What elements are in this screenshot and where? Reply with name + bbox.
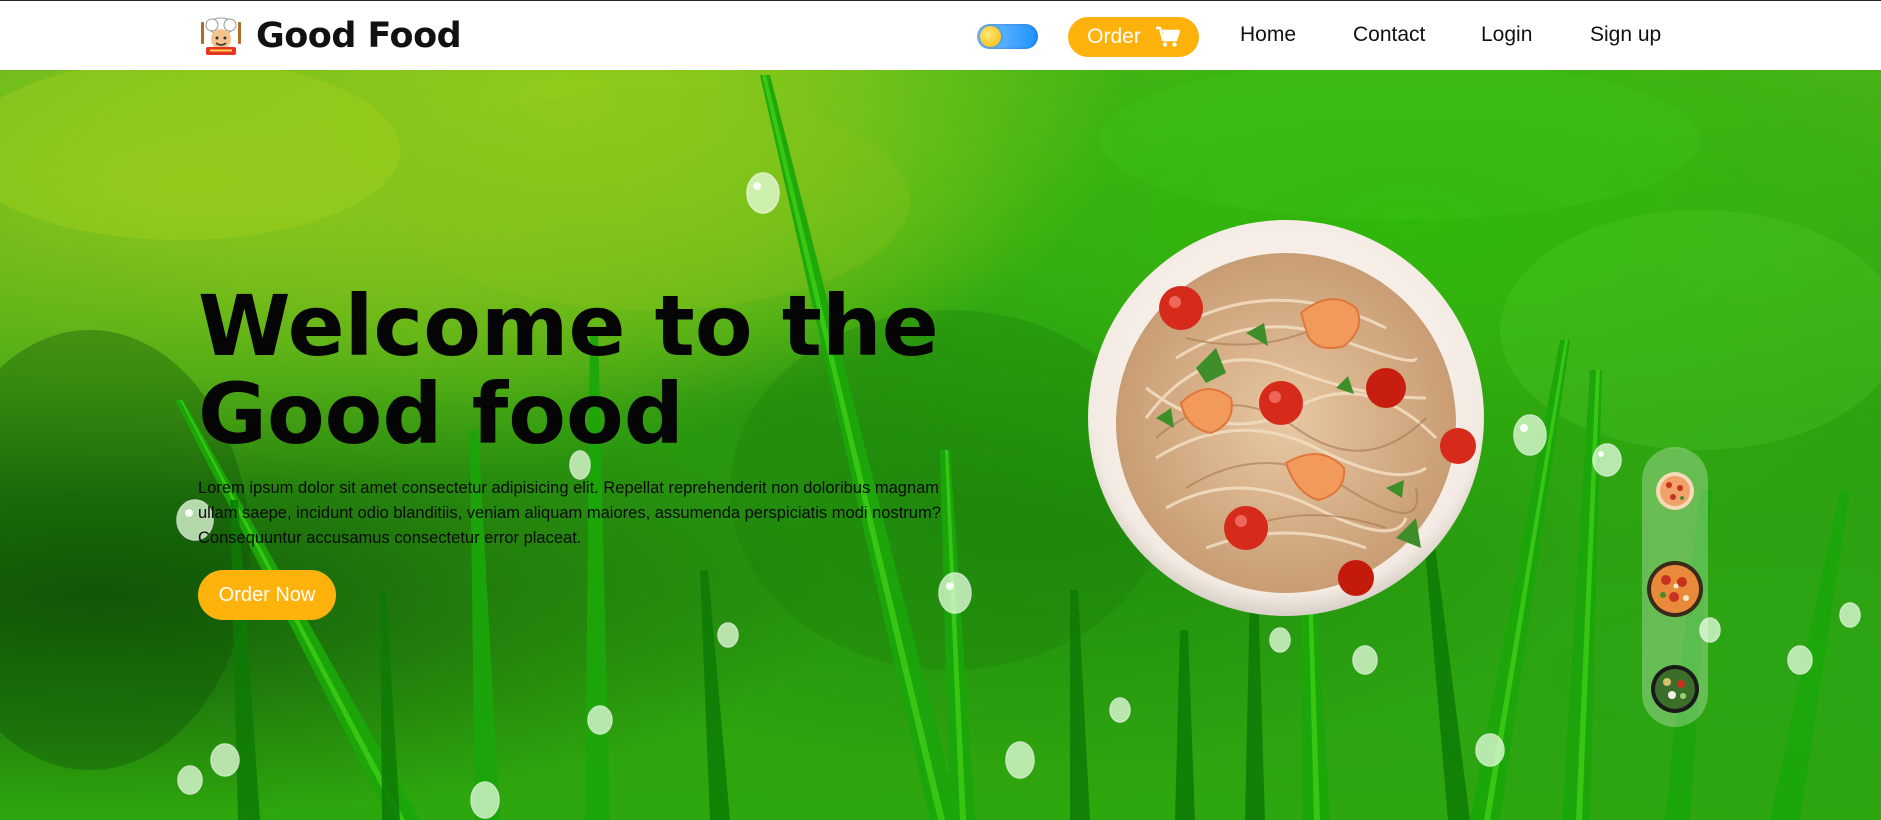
pizza-thumbnail[interactable] [1655,471,1695,511]
nav-contact[interactable]: Contact [1353,23,1425,47]
nav-home[interactable]: Home [1240,23,1296,47]
salad-thumbnail[interactable] [1650,664,1700,714]
hero-section: Welcome to the Good food Lorem ipsum dol… [0,70,1881,820]
pasta-dish-image [1088,220,1484,616]
hero-title-line-2: Good food [198,365,684,463]
order-button[interactable]: Order [1068,17,1199,57]
theme-toggle[interactable] [977,24,1038,49]
nav-login[interactable]: Login [1481,23,1532,47]
pizza-veggie-thumbnail[interactable] [1646,560,1704,618]
brand[interactable]: Good Food [198,14,462,58]
order-button-label: Order [1087,25,1141,48]
top-navbar: Good Food Order Home Contact Login Sign … [0,0,1881,70]
hero-description: Lorem ipsum dolor sit amet consectetur a… [198,479,941,547]
dish-thumbnail-strip [1642,447,1708,727]
hero-title-line-1: Welcome to the [198,277,939,375]
nav-signup[interactable]: Sign up [1590,23,1661,47]
shopping-cart-icon [1155,26,1180,47]
order-now-button[interactable]: Order Now [198,570,336,620]
sun-icon [980,26,1001,47]
hero-title: Welcome to the Good food [198,282,958,458]
brand-name: Good Food [256,16,462,56]
chef-logo-icon [201,17,241,55]
